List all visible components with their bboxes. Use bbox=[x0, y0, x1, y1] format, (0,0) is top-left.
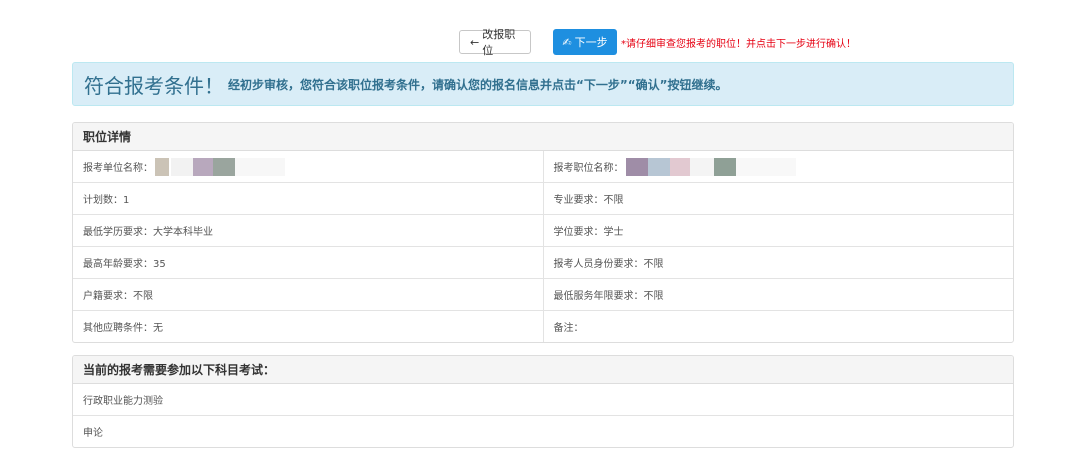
review-hint: *请仔细审查您报考的职位！并点击下一步进行确认！ bbox=[621, 38, 856, 50]
alert-title: 符合报考条件！ bbox=[84, 73, 224, 98]
details-cell-left: 报考单位名称： bbox=[73, 151, 543, 182]
details-cell-left: 计划数：1 bbox=[83, 195, 130, 206]
details-row: 报考单位名称： 报考职位名称： bbox=[73, 151, 1013, 183]
position-details-panel: 职位详情 报考单位名称： 报考职位名称： 计划数：1 专业要求：不限 最低学历要… bbox=[72, 122, 1014, 343]
position-details-header: 职位详情 bbox=[73, 123, 1013, 151]
arrow-left-icon: ← bbox=[470, 35, 480, 49]
next-step-button[interactable]: ✍ 下一步 bbox=[553, 29, 617, 55]
details-cell-right: 专业要求：不限 bbox=[542, 183, 1014, 214]
details-cell-left: 户籍要求：不限 bbox=[83, 291, 153, 302]
change-position-button[interactable]: ← 改报职位 bbox=[459, 28, 531, 57]
check-icon: ✍ bbox=[562, 35, 572, 49]
details-cell-left: 其他应聘条件：无 bbox=[83, 323, 163, 334]
details-row: 计划数：1 专业要求：不限 bbox=[73, 183, 1013, 215]
details-row: 其他应聘条件：无 备注： bbox=[73, 311, 1013, 342]
details-cell-left: 最低学历要求：大学本科毕业 bbox=[83, 227, 213, 238]
details-cell-right: 报考人员身份要求：不限 bbox=[542, 247, 1014, 278]
details-row: 最低学历要求：大学本科毕业 学位要求：学士 bbox=[73, 215, 1013, 247]
position-name-label: 报考职位名称： bbox=[553, 163, 624, 174]
exam-subjects-panel: 当前的报考需要参加以下科目考试： 行政职业能力测验 申论 bbox=[72, 355, 1014, 448]
details-row: 最高年龄要求：35 报考人员身份要求：不限 bbox=[73, 247, 1013, 279]
list-item: 行政职业能力测验 bbox=[73, 384, 1013, 416]
redacted-value bbox=[153, 157, 285, 176]
unit-name-label: 报考单位名称： bbox=[83, 163, 153, 174]
details-cell-right: 最低服务年限要求：不限 bbox=[542, 279, 1014, 310]
next-step-label: 下一步 bbox=[574, 36, 608, 49]
details-row: 户籍要求：不限 最低服务年限要求：不限 bbox=[73, 279, 1013, 311]
exam-subjects-header: 当前的报考需要参加以下科目考试： bbox=[73, 356, 1013, 384]
redacted-value bbox=[624, 157, 796, 176]
list-item: 申论 bbox=[83, 428, 103, 439]
change-position-label: 改报职位 bbox=[482, 28, 516, 57]
alert-message: 经初步审核，您符合该职位报考条件，请确认您的报名信息并点击“下一步”“确认”按钮… bbox=[228, 77, 728, 92]
toolbar: ← 改报职位 ✍ 下一步 *请仔细审查您报考的职位！并点击下一步进行确认！ bbox=[459, 28, 856, 57]
details-cell-right: 备注： bbox=[542, 311, 1014, 342]
details-cell-right: 学位要求：学士 bbox=[542, 215, 1014, 246]
eligibility-alert: 符合报考条件！ 经初步审核，您符合该职位报考条件，请确认您的报名信息并点击“下一… bbox=[72, 62, 1014, 106]
details-cell-right: 报考职位名称： bbox=[542, 151, 1014, 182]
details-cell-left: 最高年龄要求：35 bbox=[83, 259, 166, 270]
